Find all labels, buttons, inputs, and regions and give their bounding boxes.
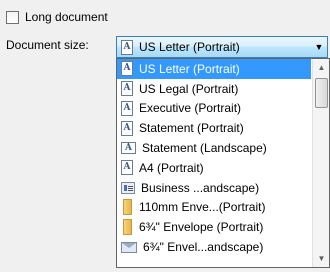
portrait-page-icon: A [121, 39, 133, 55]
envelope-landscape-icon [121, 241, 137, 253]
scroll-down-arrow-icon[interactable]: ▼ [313, 250, 329, 267]
document-size-dropdown[interactable]: A US Letter (Portrait) ▼ [116, 36, 328, 58]
list-item[interactable]: A Statement (Landscape) [117, 138, 311, 158]
list-item[interactable]: A US Letter (Portrait) [117, 59, 311, 79]
envelope-portrait-icon [123, 199, 132, 216]
list-item[interactable]: A Executive (Portrait) [117, 99, 311, 119]
list-item[interactable]: 6¾" Envelope (Portrait) [117, 217, 311, 237]
portrait-page-icon: A [121, 61, 133, 77]
chevron-down-icon[interactable]: ▼ [311, 42, 327, 52]
long-document-checkbox[interactable] [6, 10, 19, 24]
document-size-list[interactable]: A US Letter (Portrait) A US Legal (Portr… [116, 58, 330, 268]
portrait-page-icon: A [121, 100, 133, 116]
vertical-scrollbar[interactable]: ▲ ▼ [312, 59, 329, 267]
long-document-option[interactable]: Long document [6, 10, 108, 24]
list-item[interactable]: A US Legal (Portrait) [117, 79, 311, 99]
landscape-page-icon: A [121, 142, 136, 155]
list-item[interactable]: Business ...andscape) [117, 178, 311, 198]
list-item[interactable]: A A4 (Portrait) [117, 158, 311, 178]
envelope-portrait-icon [123, 219, 132, 236]
list-item[interactable]: 6¾" Envel...andscape) [117, 237, 311, 257]
list-item[interactable]: 110mm Enve...(Portrait) [117, 198, 311, 218]
scrollbar-thumb[interactable] [315, 78, 328, 108]
portrait-page-icon: A [121, 120, 133, 136]
business-card-icon [121, 181, 135, 194]
list-item[interactable]: A Statement (Portrait) [117, 118, 311, 138]
portrait-page-icon: A [121, 160, 133, 176]
long-document-label: Long document [25, 10, 108, 24]
document-size-label: Document size: [6, 38, 89, 52]
portrait-page-icon: A [121, 81, 133, 97]
scroll-up-arrow-icon[interactable]: ▲ [313, 59, 329, 76]
document-size-selected-value: US Letter (Portrait) [139, 40, 240, 54]
